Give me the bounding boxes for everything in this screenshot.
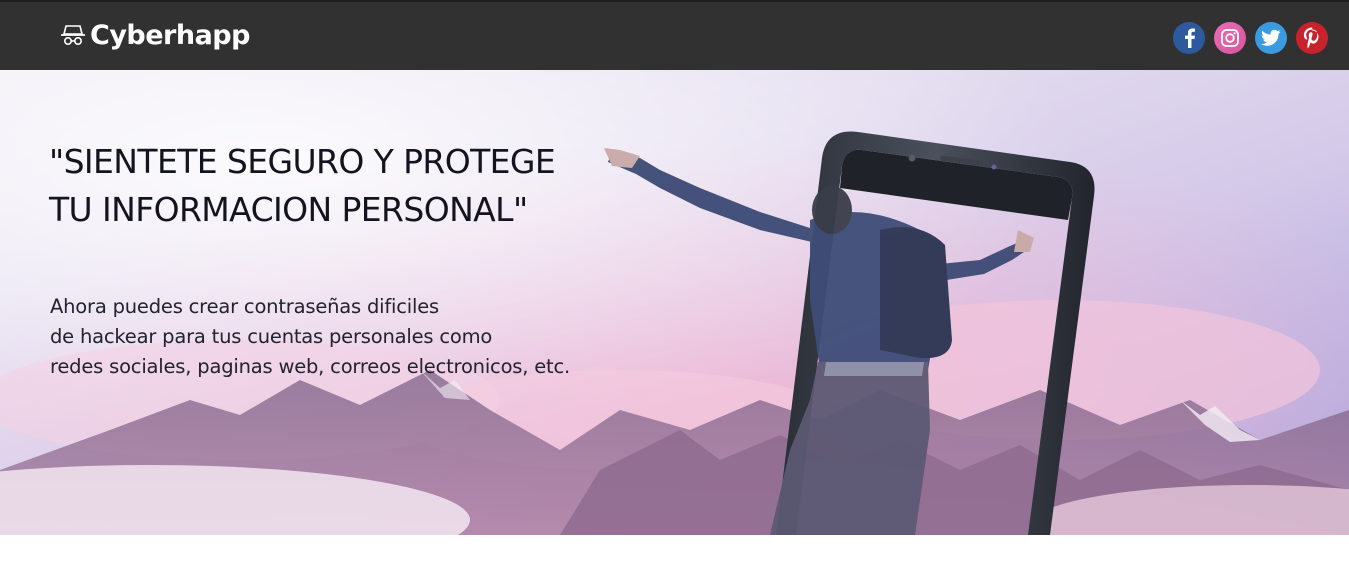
top-navbar: Cyberhapp	[0, 0, 1349, 70]
pinterest-link[interactable]	[1296, 22, 1328, 54]
hacker-hat-icon	[61, 25, 85, 45]
hero-headline: "SIENTETE SEGURO Y PROTEGE TU INFORMACIO…	[49, 138, 609, 234]
twitter-icon	[1261, 29, 1281, 46]
headline-line-2: TU INFORMACION PERSONAL"	[49, 190, 528, 229]
instagram-link[interactable]	[1214, 22, 1246, 54]
social-links	[1173, 22, 1328, 54]
pinterest-icon	[1303, 27, 1319, 49]
description-line-2: de hackear para tus cuentas personales c…	[50, 325, 493, 348]
description-line-1: Ahora puedes crear contraseñas dificiles	[50, 295, 439, 318]
page-content-area	[0, 535, 1349, 584]
headline-line-1: "SIENTETE SEGURO Y PROTEGE	[49, 142, 556, 181]
twitter-link[interactable]	[1255, 22, 1287, 54]
hero-description: Ahora puedes crear contraseñas dificiles…	[50, 292, 630, 382]
hero-banner: "SIENTETE SEGURO Y PROTEGE TU INFORMACIO…	[0, 70, 1349, 535]
facebook-link[interactable]	[1173, 22, 1205, 54]
brand-name: Cyberhapp	[90, 19, 250, 51]
facebook-icon	[1185, 28, 1195, 48]
description-line-3: redes sociales, paginas web, correos ele…	[50, 355, 571, 378]
brand-logo[interactable]: Cyberhapp	[58, 16, 250, 54]
instagram-icon	[1221, 29, 1239, 47]
